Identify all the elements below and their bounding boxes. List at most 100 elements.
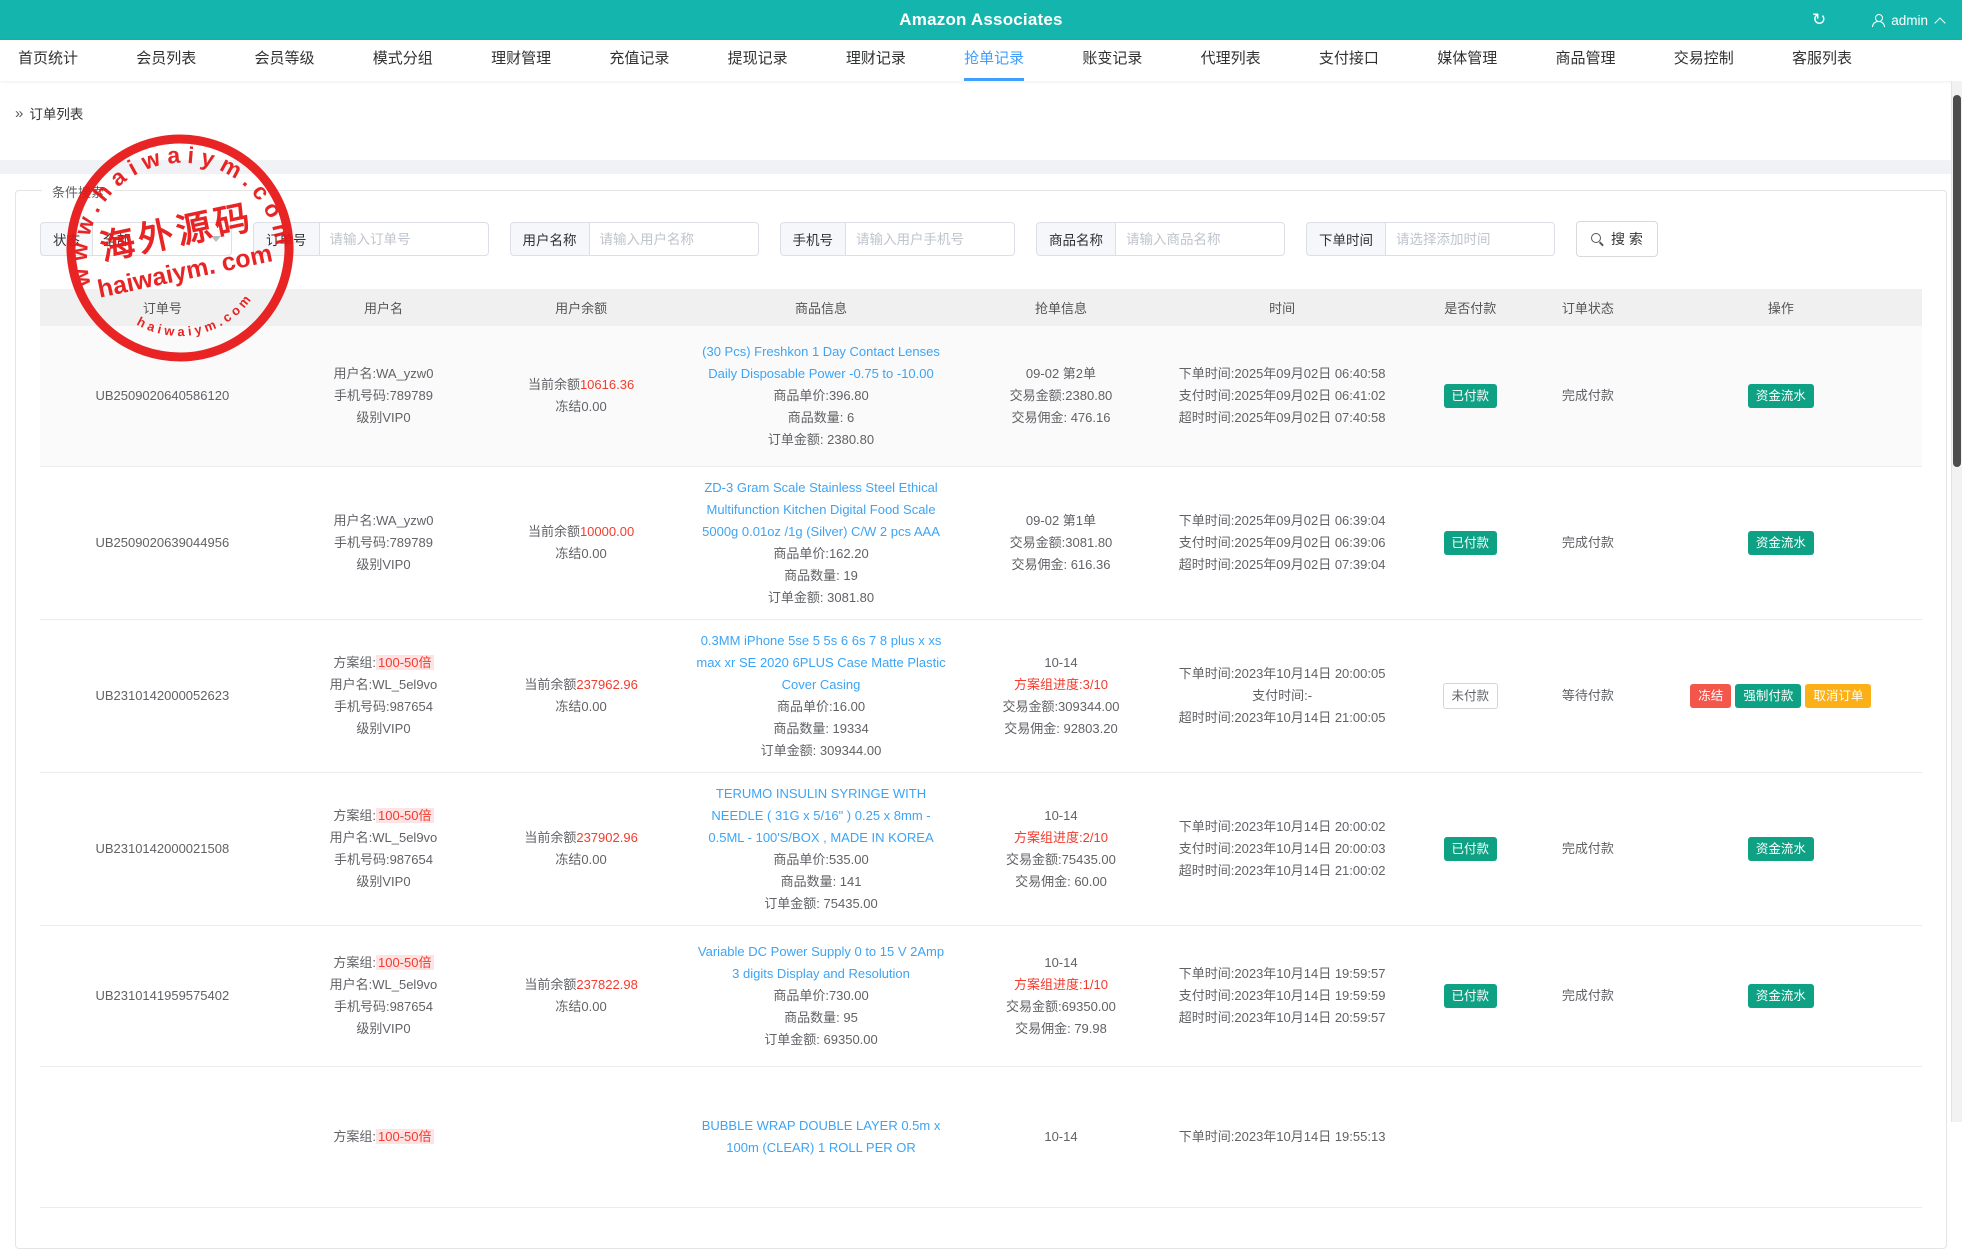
order-time: 下单时间:2025年09月02日 06:40:58 (1164, 363, 1401, 385)
nav-item-11[interactable]: 代理列表 (1201, 40, 1261, 81)
filter-select-status[interactable]: 全部 (92, 222, 232, 256)
paid-badge: 未付款 (1443, 683, 1499, 709)
column-header-2: 用户名 (285, 298, 483, 317)
plan-group-value: 100-50倍 (376, 808, 433, 823)
cell-product-info: (30 Pcs) Freshkon 1 Day Contact Lenses D… (680, 331, 962, 461)
table-row: UB2509020639044956用户名:WA_yzw0手机号码:789789… (40, 467, 1922, 620)
user-plan-group: 方案组:100-50倍 (289, 652, 479, 674)
table-row: UB2310142000021508方案组:100-50倍用户名:WL_5el9… (40, 773, 1922, 926)
order-time: 下单时间:2025年09月02日 06:39:04 (1164, 510, 1401, 532)
product-unit-price: 商品单价:535.00 (684, 849, 958, 871)
user-phone-line: 手机号码:789789 (289, 385, 479, 407)
user-plan-group: 方案组:100-50倍 (289, 1126, 479, 1148)
user-level-line: 级别VIP0 (289, 871, 479, 893)
product-link[interactable]: Variable DC Power Supply 0 to 15 V 2Amp … (696, 941, 946, 985)
breadcrumb-label: 订单列表 (29, 103, 83, 123)
column-header-7: 是否付款 (1404, 298, 1536, 317)
cell-time: 下单时间:2025年09月02日 06:40:58支付时间:2025年09月02… (1160, 353, 1405, 439)
filter-input-phone[interactable] (845, 222, 1015, 256)
grab-date: 09-02 第1单 (966, 510, 1156, 532)
cell-balance (482, 1127, 680, 1147)
nav-item-6[interactable]: 充值记录 (609, 40, 669, 81)
nav-item-2[interactable]: 会员列表 (136, 40, 196, 81)
product-link[interactable]: TERUMO INSULIN SYRINGE WITH NEEDLE ( 31G… (696, 783, 946, 849)
action-button-teal[interactable]: 资金流水 (1748, 984, 1814, 1008)
filter-input-product-name[interactable] (1115, 222, 1285, 256)
cell-grab-info: 10-14方案组进度:2/10交易金额:75435.00交易佣金: 60.00 (962, 795, 1160, 903)
refresh-icon[interactable]: ↻ (1812, 0, 1826, 40)
order-time: 下单时间:2023年10月14日 20:00:05 (1164, 663, 1401, 685)
action-button-amber[interactable]: 取消订单 (1805, 684, 1871, 708)
user-level-line: 级别VIP0 (289, 407, 479, 429)
chevron-up-icon (1934, 17, 1945, 28)
nav-item-3[interactable]: 会员等级 (255, 40, 315, 81)
cell-paid-status: 未付款 (1404, 673, 1536, 719)
chevron-down-icon (211, 236, 221, 242)
expire-time: 超时时间:2023年10月14日 21:00:05 (1164, 707, 1401, 729)
nav-item-5[interactable]: 理财管理 (491, 40, 551, 81)
search-icon (1591, 233, 1604, 246)
nav-item-4[interactable]: 模式分组 (373, 40, 433, 81)
cell-balance: 当前余额10000.00冻结0.00 (482, 511, 680, 575)
action-button-teal[interactable]: 强制付款 (1735, 684, 1801, 708)
cell-balance: 当前余额237902.96冻结0.00 (482, 817, 680, 881)
filter-input-order-time[interactable] (1385, 222, 1555, 256)
search-button[interactable]: 搜 索 (1576, 221, 1658, 257)
cell-time: 下单时间:2023年10月14日 19:59:57支付时间:2023年10月14… (1160, 953, 1405, 1039)
user-phone-line: 手机号码:789789 (289, 532, 479, 554)
action-button-teal[interactable]: 资金流水 (1748, 837, 1814, 861)
nav-item-9[interactable]: 抢单记录 (964, 40, 1024, 81)
cell-user-info: 方案组:100-50倍用户名:WL_5el9vo手机号码:987654级别VIP… (285, 795, 483, 903)
frozen-line: 冻结0.00 (486, 849, 676, 871)
filter-order-no: 订单号 (253, 222, 489, 256)
plan-group-label: 方案组: (333, 655, 376, 670)
cell-product-info: TERUMO INSULIN SYRINGE WITH NEEDLE ( 31G… (680, 773, 962, 925)
column-header-4: 商品信息 (680, 298, 962, 317)
nav-item-7[interactable]: 提现记录 (728, 40, 788, 81)
product-link[interactable]: (30 Pcs) Freshkon 1 Day Contact Lenses D… (696, 341, 946, 385)
cell-product-info: BUBBLE WRAP DOUBLE LAYER 0.5m x 100m (CL… (680, 1105, 962, 1169)
plan-group-value: 100-50倍 (376, 1129, 433, 1144)
filter-input-user-name[interactable] (589, 222, 759, 256)
balance-label: 当前余额 (528, 377, 580, 392)
action-button-teal[interactable]: 资金流水 (1748, 384, 1814, 408)
cell-product-info: Variable DC Power Supply 0 to 15 V 2Amp … (680, 931, 962, 1061)
nav-item-15[interactable]: 交易控制 (1674, 40, 1734, 81)
column-header-1: 订单号 (40, 298, 285, 317)
user-level-line: 级别VIP0 (289, 554, 479, 576)
cell-time: 下单时间:2023年10月14日 20:00:02支付时间:2023年10月14… (1160, 806, 1405, 892)
product-link[interactable]: ZD-3 Gram Scale Stainless Steel Ethical … (696, 477, 946, 543)
balance-line: 当前余额10000.00 (486, 521, 676, 543)
cell-grab-info: 10-14方案组进度:3/10交易金额:309344.00交易佣金: 92803… (962, 642, 1160, 750)
action-button-red[interactable]: 冻结 (1690, 684, 1731, 708)
nav-item-12[interactable]: 支付接口 (1319, 40, 1379, 81)
scrollbar-thumb[interactable] (1953, 95, 1961, 467)
frozen-line: 冻结0.00 (486, 543, 676, 565)
breadcrumb: » 订单列表 (0, 81, 1962, 123)
cell-actions: 资金流水 (1640, 974, 1922, 1018)
user-plan-group: 方案组:100-50倍 (289, 952, 479, 974)
user-menu[interactable]: admin (1872, 13, 1944, 28)
nav-item-14[interactable]: 商品管理 (1555, 40, 1615, 81)
filter-product-name: 商品名称 (1036, 222, 1285, 256)
action-button-teal[interactable]: 资金流水 (1748, 531, 1814, 555)
balance-line: 当前余额10616.36 (486, 374, 676, 396)
expire-time: 超时时间:2023年10月14日 20:59:57 (1164, 1007, 1401, 1029)
frozen-line: 冻结0.00 (486, 696, 676, 718)
cell-actions (1640, 1127, 1922, 1147)
nav-item-16[interactable]: 客服列表 (1792, 40, 1852, 81)
nav-item-10[interactable]: 账变记录 (1082, 40, 1142, 81)
nav-item-8[interactable]: 理财记录 (846, 40, 906, 81)
product-unit-price: 商品单价:730.00 (684, 985, 958, 1007)
plan-group-label: 方案组: (333, 1129, 376, 1144)
cell-actions: 冻结强制付款取消订单 (1640, 674, 1922, 718)
filter-input-order-no[interactable] (319, 222, 489, 256)
nav-item-13[interactable]: 媒体管理 (1437, 40, 1497, 81)
column-header-6: 时间 (1160, 298, 1405, 317)
cell-balance: 当前余额10616.36冻结0.00 (482, 364, 680, 428)
cell-time: 下单时间:2023年10月14日 19:55:13 (1160, 1116, 1405, 1158)
product-unit-price: 商品单价:16.00 (684, 696, 958, 718)
vertical-scrollbar[interactable] (1951, 81, 1962, 1122)
product-link[interactable]: 0.3MM iPhone 5se 5 5s 6 6s 7 8 plus x xs… (696, 630, 946, 696)
nav-item-1[interactable]: 首页统计 (18, 40, 78, 81)
